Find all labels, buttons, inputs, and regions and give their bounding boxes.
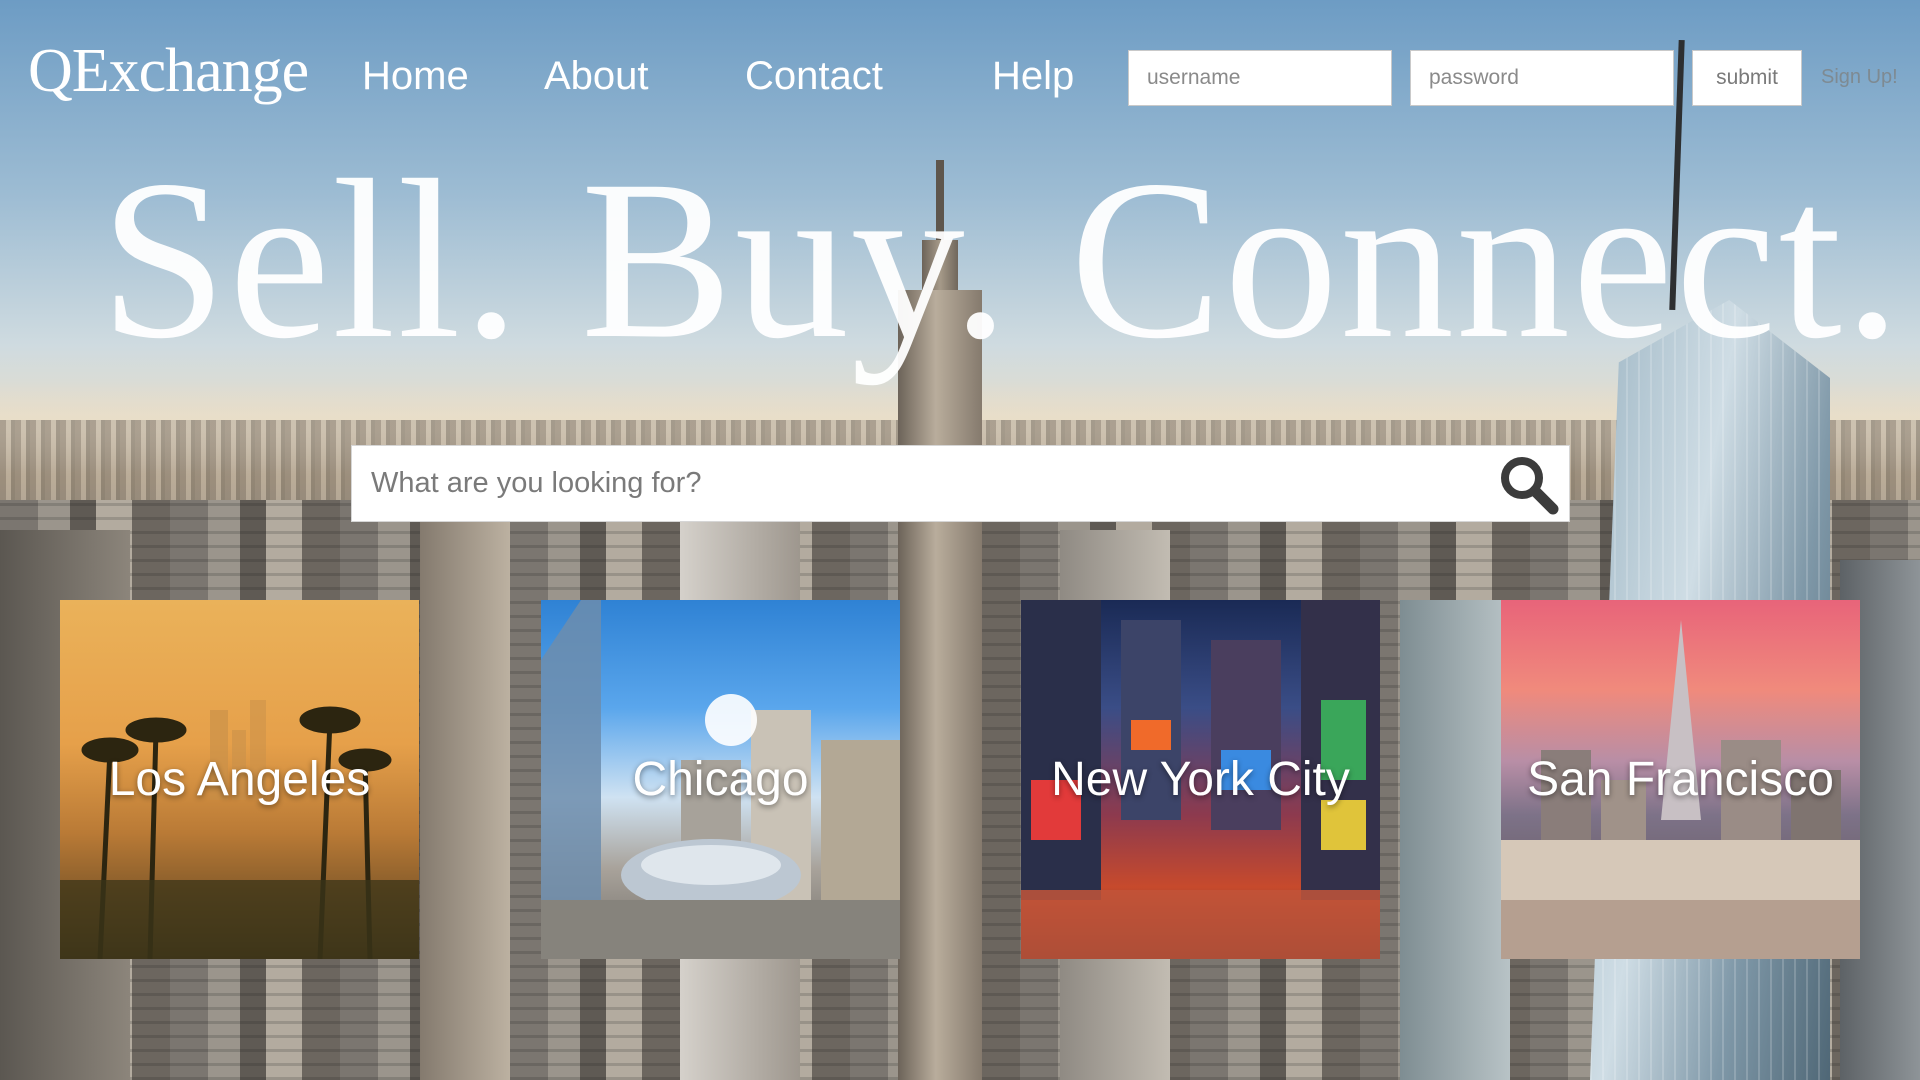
city-card-san-francisco[interactable]: San Francisco — [1501, 600, 1860, 959]
background-building — [1400, 600, 1510, 1080]
nav-link-help[interactable]: Help — [992, 54, 1074, 99]
city-card-label: Los Angeles — [108, 753, 371, 806]
city-card-label: Chicago — [632, 753, 809, 806]
search-button[interactable] — [1495, 452, 1561, 516]
hero-tagline: Sell. Buy. Connect. — [100, 134, 1903, 386]
city-card-label: San Francisco — [1527, 753, 1834, 806]
city-card-chicago[interactable]: Chicago — [541, 600, 900, 959]
city-card-label: New York City — [1051, 753, 1350, 806]
city-card-new-york-city[interactable]: New York City — [1021, 600, 1380, 959]
nav-link-contact[interactable]: Contact — [745, 54, 883, 99]
search-bar — [351, 445, 1570, 522]
background-building — [420, 520, 510, 1080]
nav-link-home[interactable]: Home — [362, 54, 469, 99]
empire-state-building — [898, 290, 982, 1080]
username-input[interactable] — [1128, 50, 1392, 106]
nav-link-about[interactable]: About — [544, 54, 649, 99]
submit-button[interactable]: submit — [1692, 50, 1802, 106]
site-header: QExchange Home About Contact Help submit… — [0, 0, 1920, 150]
search-input[interactable] — [352, 446, 1482, 521]
site-logo[interactable]: QExchange — [28, 36, 309, 107]
search-icon — [1501, 457, 1559, 515]
password-input[interactable] — [1410, 50, 1674, 106]
sign-up-link[interactable]: Sign Up! — [1821, 66, 1898, 89]
city-card-los-angeles[interactable]: Los Angeles — [60, 600, 419, 959]
